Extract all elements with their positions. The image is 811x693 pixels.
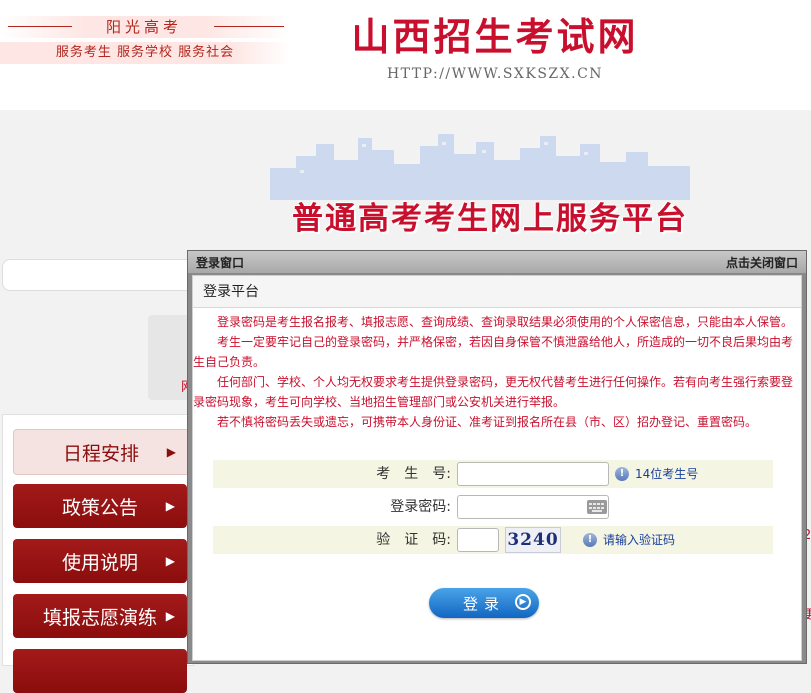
nav-item-label: 政策公告 xyxy=(61,496,138,519)
captcha-hint: 请输入验证码 xyxy=(603,533,676,547)
login-button-label: 登录 xyxy=(462,594,505,613)
site-header: 阳光高考 服务考生 服务学校 服务社会 山西招生考试网 HTTP://WWW.S… xyxy=(0,0,811,110)
password-row: 登录密码: xyxy=(213,493,773,521)
slogan-subtitle: 服务考生 服务学校 服务社会 xyxy=(55,45,235,60)
slogan-title: 阳光高考 xyxy=(105,18,182,36)
login-modal: 登录窗口 点击关闭窗口 登录平台 登录密码是考生报名报考、填报志愿、查询成绩、查… xyxy=(187,250,807,664)
left-navigation: 日程安排 ▶ 政策公告 ▶ 使用说明 ▶ 填报志愿演练 ▶ xyxy=(2,414,194,693)
arrow-right-icon: ▶ xyxy=(166,445,176,459)
site-title[interactable]: 山西招生考试网 xyxy=(300,12,690,62)
city-skyline-image xyxy=(270,134,690,200)
exam-number-row: 考 生 号: ! 14位考生号 xyxy=(213,460,773,488)
info-icon: ! xyxy=(615,467,629,481)
background-search-box[interactable] xyxy=(2,259,204,291)
modal-title-bar[interactable]: 登录窗口 点击关闭窗口 xyxy=(188,251,806,273)
notice-paragraph: 登录密码是考生报名报考、填报志愿、查询成绩、查询录取结果必须使用的个人保密信息，… xyxy=(217,315,794,329)
exam-number-input[interactable] xyxy=(457,462,609,486)
nav-item-label: 日程安排 xyxy=(62,442,139,465)
nav-item-volunteer-drill[interactable]: 填报志愿演练 ▶ xyxy=(13,594,187,638)
arrow-right-icon: ▶ xyxy=(165,609,175,623)
keyboard-icon[interactable] xyxy=(587,500,607,514)
nav-item-policy[interactable]: 政策公告 ▶ xyxy=(13,484,187,528)
arrow-right-icon: ▶ xyxy=(165,499,175,513)
nav-item-instructions[interactable]: 使用说明 ▶ xyxy=(13,539,187,583)
modal-title: 登录窗口 xyxy=(196,255,245,270)
slogan-line-right xyxy=(214,26,284,27)
login-button[interactable]: 登录 ▶ xyxy=(429,588,539,618)
slogan-line-left xyxy=(8,26,72,27)
exam-number-label: 考 生 号: xyxy=(376,466,451,482)
captcha-label: 验 证 码: xyxy=(376,532,451,548)
platform-title: 普通高考考生网上服务平台 xyxy=(292,201,688,237)
info-icon: ! xyxy=(583,533,597,547)
password-label: 登录密码: xyxy=(390,499,451,515)
arrow-right-icon: ▶ xyxy=(165,554,175,568)
notice-paragraph: 考生一定要牢记自己的登录密码，并严格保密，若因自身保管不慎泄露给他人，所造成的一… xyxy=(193,335,794,369)
exam-number-hint: 14位考生号 xyxy=(635,467,699,481)
slogan-block: 阳光高考 服务考生 服务学校 服务社会 xyxy=(0,14,290,64)
arrow-right-icon: ▶ xyxy=(515,594,531,610)
notice-paragraph: 任何部门、学校、个人均无权要求考生提供登录密码，更无权代替考生进行任何操作。若有… xyxy=(193,375,794,409)
captcha-input[interactable] xyxy=(457,528,499,552)
captcha-row: 验 证 码: 3240 ! 请输入验证码 xyxy=(213,526,773,554)
panel-title: 登录平台 xyxy=(193,276,801,308)
notice-paragraph: 若不慎将密码丢失或遗忘，可携带本人身份证、准考证到报名所在县（市、区）招办登记、… xyxy=(217,415,758,429)
login-panel: 登录平台 登录密码是考生报名报考、填报志愿、查询成绩、查询录取结果必须使用的个人… xyxy=(192,275,802,661)
nav-item-label: 使用说明 xyxy=(61,551,138,574)
captcha-image[interactable]: 3240 xyxy=(505,527,561,553)
nav-item-partial[interactable] xyxy=(13,649,187,693)
security-notice: 登录密码是考生报名报考、填报志愿、查询成绩、查询录取结果必须使用的个人保密信息，… xyxy=(193,312,799,432)
nav-item-label: 填报志愿演练 xyxy=(42,606,157,629)
nav-item-schedule[interactable]: 日程安排 ▶ xyxy=(13,429,189,475)
site-url: HTTP://WWW.SXKSZX.CN xyxy=(386,66,604,82)
close-window-link[interactable]: 点击关闭窗口 xyxy=(726,254,798,271)
